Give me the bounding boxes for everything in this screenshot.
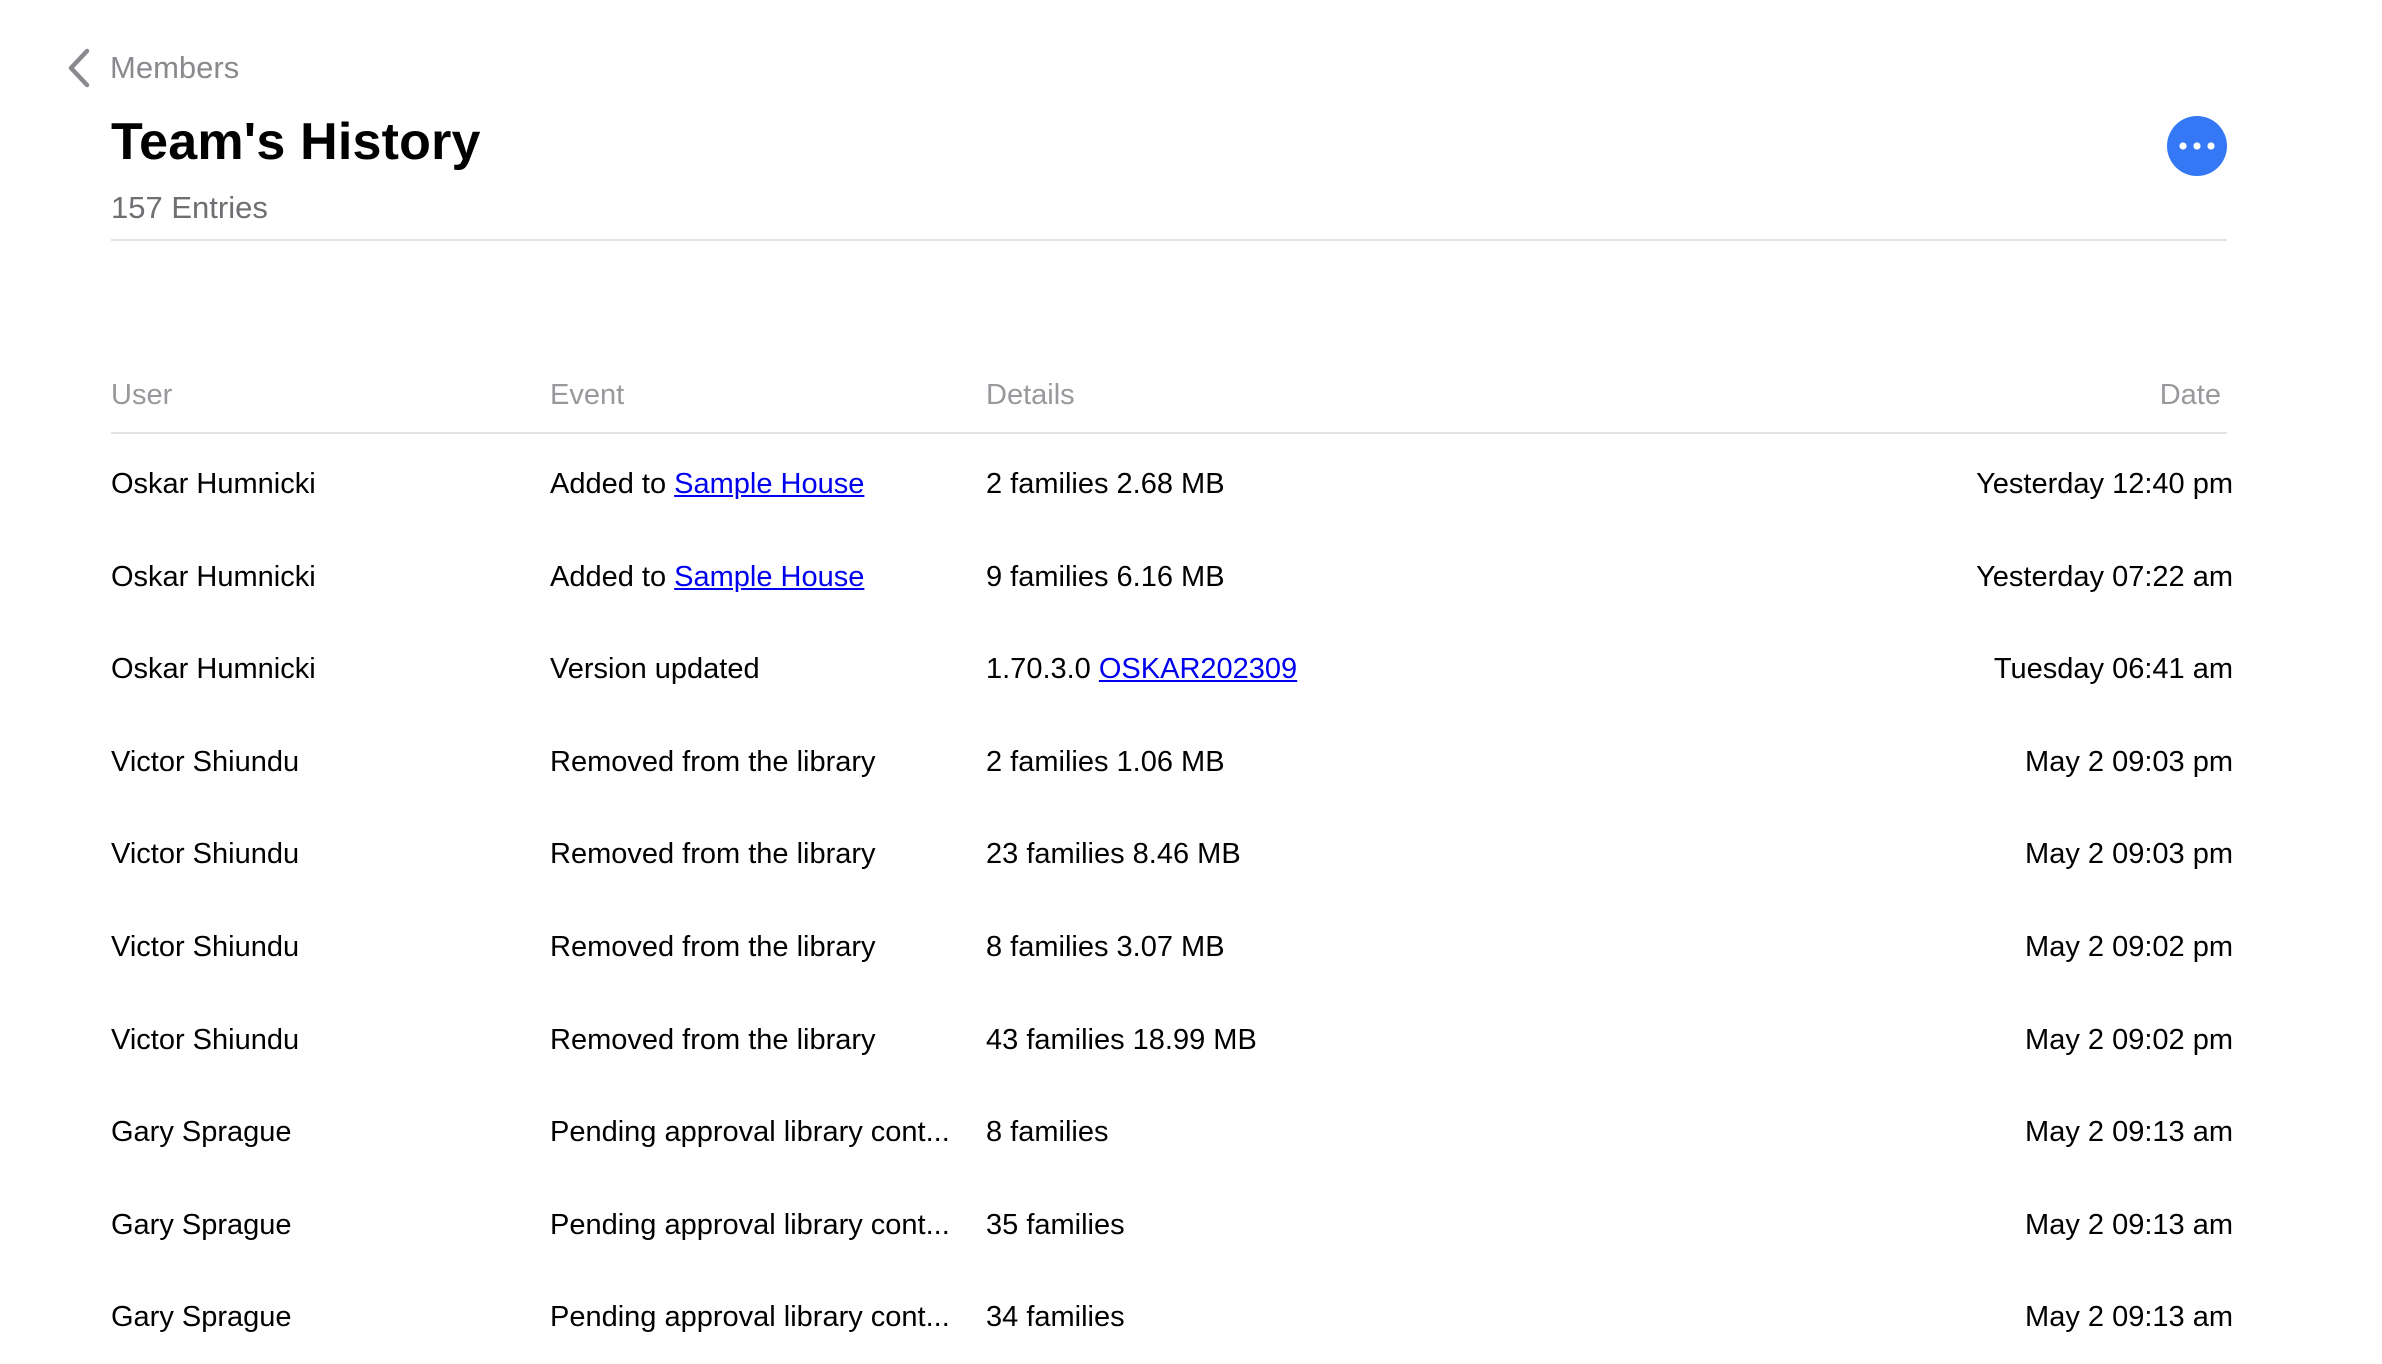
row-date: May 2 09:13 am	[2025, 1208, 2233, 1241]
row-details: 8 families 3.07 MB	[986, 901, 1225, 993]
row-event-text: Added to	[550, 560, 675, 593]
row-date: May 2 09:03 pm	[2025, 838, 2233, 871]
row-date: May 2 09:02 pm	[2025, 1023, 2233, 1056]
table-row: Victor Shiundu Removed from the library 8 …	[111, 901, 2233, 994]
row-date: Yesterday 07:22 am	[1976, 560, 2233, 593]
row-details-text: 9 families 6.16 MB	[986, 560, 1225, 593]
column-header-date: Date	[2159, 379, 2221, 411]
table-body: Oskar Humnicki Added to Sample House 2 fam…	[111, 434, 2233, 1364]
row-details: 2 families 1.06 MB	[986, 716, 1225, 808]
row-date: May 2 09:02 pm	[2025, 930, 2233, 963]
row-details: 43 families 18.99 MB	[986, 994, 1257, 1086]
ellipsis-icon	[2179, 142, 2215, 150]
table-row: Victor Shiundu Removed from the library 43…	[111, 994, 2233, 1087]
row-date: May 2 09:13 am	[2025, 1116, 2233, 1149]
row-date: Yesterday 12:40 pm	[1976, 468, 2233, 500]
row-details-text: 8 families	[986, 1116, 1109, 1149]
column-header-user: User	[111, 379, 173, 411]
history-table: User Event Details Date Oskar Humnicki Ad…	[111, 372, 2233, 1364]
row-event-text: Removed from the library	[550, 930, 876, 963]
row-details: 34 families	[986, 1271, 1125, 1363]
row-details-text: 2 families 2.68 MB	[986, 468, 1225, 500]
more-options-button[interactable]	[2167, 116, 2227, 176]
column-header-event: Event	[550, 379, 625, 411]
row-event-link[interactable]: Sample House	[674, 468, 864, 500]
row-details-text: 23 families 8.46 MB	[986, 838, 1241, 871]
table-row: Gary Sprague Pending approval library con…	[111, 1179, 2233, 1272]
column-header-details: Details	[986, 379, 1075, 411]
row-user: Oskar Humnicki	[111, 468, 316, 500]
row-user: Gary Sprague	[111, 1208, 292, 1241]
row-date: Tuesday 06:41 am	[1993, 653, 2233, 686]
row-details-text: 8 families 3.07 MB	[986, 930, 1225, 963]
row-event: Pending approval library cont...	[550, 1179, 950, 1271]
row-details-text: 34 families	[986, 1301, 1125, 1334]
row-event: Added to Sample House	[550, 531, 864, 623]
table-row: Gary Sprague Pending approval library con…	[111, 1271, 2233, 1364]
entry-count: 157 Entries	[111, 190, 268, 225]
table-row: Oskar Humnicki Added to Sample House 9 fam…	[111, 531, 2233, 624]
row-details-text: 43 families 18.99 MB	[986, 1023, 1257, 1056]
table-row: Gary Sprague Pending approval library con…	[111, 1086, 2233, 1179]
row-event: Version updated	[550, 623, 760, 715]
row-details: 9 families 6.16 MB	[986, 531, 1225, 623]
table-row: Victor Shiundu Removed from the library 23…	[111, 808, 2233, 901]
page-title: Team's History	[111, 113, 481, 171]
row-event-text: Pending approval library cont...	[550, 1116, 950, 1149]
row-event-text: Pending approval library cont...	[550, 1208, 950, 1241]
row-event: Removed from the library	[550, 808, 876, 900]
row-event-text: Removed from the library	[550, 745, 876, 778]
table-row: Oskar Humnicki Added to Sample House 2 fam…	[111, 438, 2233, 531]
row-user: Gary Sprague	[111, 1301, 292, 1334]
header-divider	[111, 239, 2227, 241]
row-details: 35 families	[986, 1179, 1125, 1271]
row-event-text: Removed from the library	[550, 1023, 876, 1056]
row-details: 23 families 8.46 MB	[986, 808, 1241, 900]
row-user: Victor Shiundu	[111, 745, 300, 778]
row-event-link[interactable]: Sample House	[674, 561, 864, 593]
row-event: Removed from the library	[550, 994, 876, 1086]
table-row: Victor Shiundu Removed from the library 2 …	[111, 716, 2233, 809]
back-link-label: Members	[110, 50, 240, 85]
chevron-left-icon	[68, 48, 90, 88]
row-details-text: 2 families 1.06 MB	[986, 745, 1225, 778]
row-user: Gary Sprague	[111, 1116, 292, 1149]
row-event: Removed from the library	[550, 901, 876, 993]
row-date: May 2 09:03 pm	[2025, 745, 2233, 778]
row-details: 2 families 2.68 MB	[986, 438, 1225, 530]
row-event: Added to Sample House	[550, 438, 864, 530]
row-details: 8 families	[986, 1086, 1109, 1178]
row-date: May 2 09:13 am	[2025, 1301, 2233, 1334]
row-event-text: Version updated	[550, 653, 760, 686]
row-event: Pending approval library cont...	[550, 1086, 950, 1178]
row-details-link[interactable]: OSKAR202309	[1099, 653, 1297, 685]
row-user: Oskar Humnicki	[111, 653, 316, 686]
table-header-row: User Event Details Date	[111, 372, 2227, 434]
table-row: Oskar Humnicki Version updated 1.70.3.0 OS…	[111, 623, 2233, 716]
row-user: Victor Shiundu	[111, 1023, 300, 1056]
row-details: 1.70.3.0 OSKAR202309	[986, 623, 1297, 715]
row-details-text: 35 families	[986, 1208, 1125, 1241]
row-event: Pending approval library cont...	[550, 1271, 950, 1363]
row-user: Victor Shiundu	[111, 930, 300, 963]
back-to-members-link[interactable]: Members	[66, 44, 239, 92]
row-user: Oskar Humnicki	[111, 560, 316, 593]
row-details-text: 1.70.3.0	[986, 653, 1099, 686]
row-user: Victor Shiundu	[111, 838, 300, 871]
row-event-text: Pending approval library cont...	[550, 1301, 950, 1334]
row-event-text: Added to	[550, 468, 675, 500]
row-event-text: Removed from the library	[550, 838, 876, 871]
row-event: Removed from the library	[550, 716, 876, 808]
